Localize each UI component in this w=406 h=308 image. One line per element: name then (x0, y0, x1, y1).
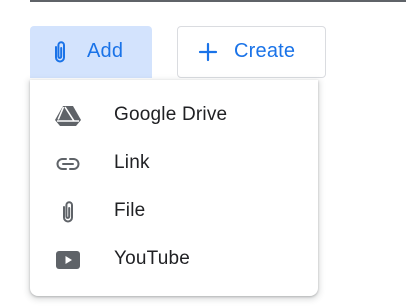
menu-item-label: Google Drive (114, 104, 228, 125)
add-menu: Google Drive Link File YouTube (30, 80, 318, 296)
link-icon (52, 152, 84, 176)
plus-icon (197, 40, 219, 70)
menu-item-youtube[interactable]: YouTube (30, 236, 318, 284)
menu-item-label: YouTube (114, 248, 191, 269)
create-button[interactable]: Create (177, 26, 326, 78)
menu-item-google-drive[interactable]: Google Drive (30, 92, 318, 140)
menu-item-link[interactable]: Link (30, 140, 318, 188)
youtube-icon (52, 248, 84, 272)
menu-item-file[interactable]: File (30, 188, 318, 236)
create-button-label: Create (234, 40, 296, 62)
add-button-label: Add (87, 40, 124, 62)
add-button[interactable]: Add (30, 26, 152, 78)
menu-item-label: Link (114, 152, 150, 173)
paperclip-icon (49, 39, 71, 71)
top-divider (30, 0, 406, 2)
google-drive-icon (52, 104, 84, 128)
menu-item-label: File (114, 200, 146, 221)
paperclip-icon (52, 200, 84, 224)
